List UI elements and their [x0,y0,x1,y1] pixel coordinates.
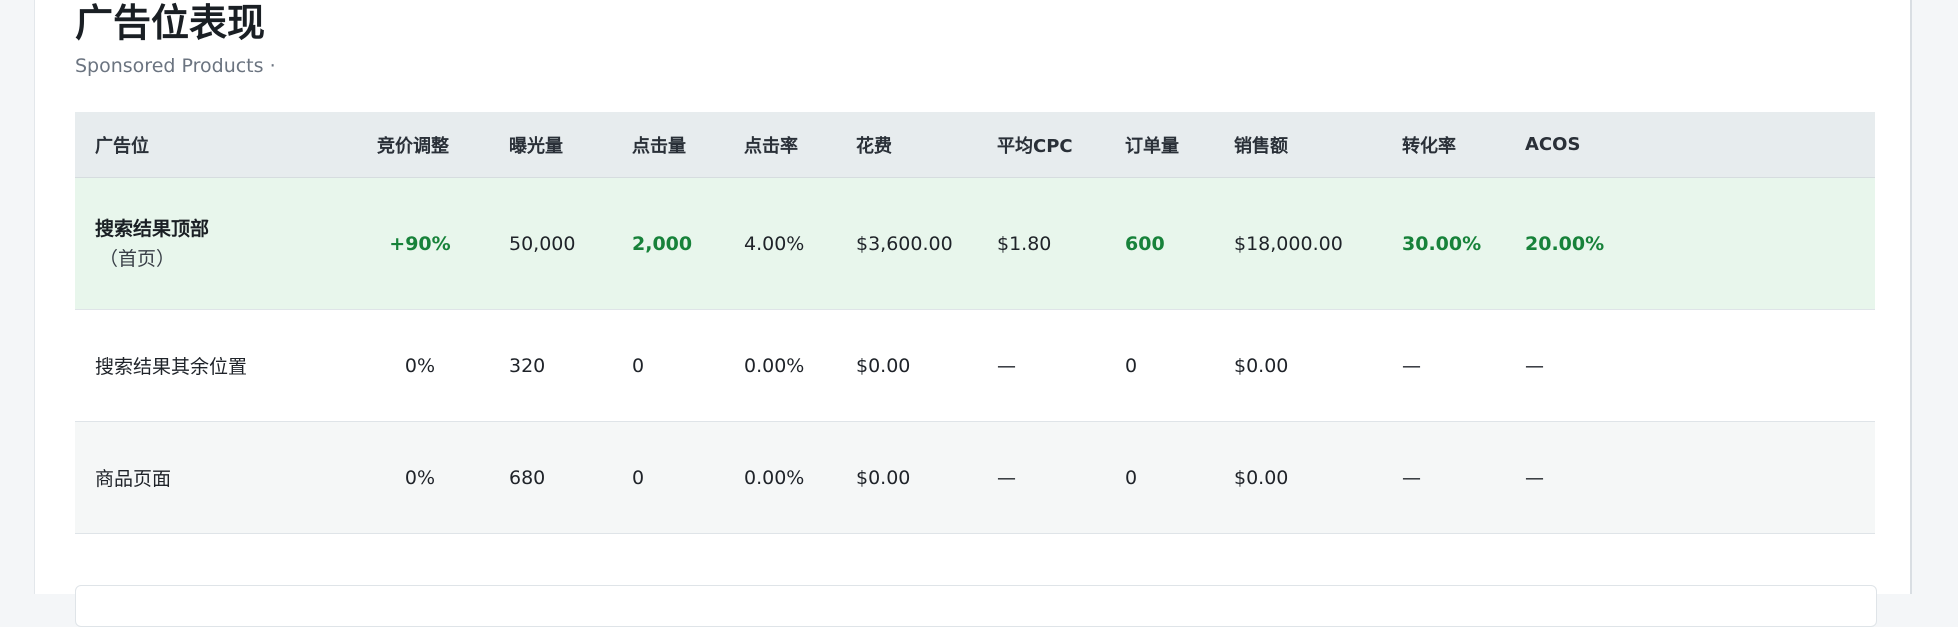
header-placement[interactable]: 广告位 [95,112,149,177]
acos-cell: 20.00% [1525,232,1605,255]
conversion-rate-cell: — [1402,466,1421,489]
placement-sub: （首页） [99,247,176,270]
header-sales[interactable]: 销售额 [1234,112,1288,177]
table-row: 搜索结果顶部 （首页） +90% 50,000 2,000 4.00% $3,6… [75,178,1875,310]
impressions-cell: 50,000 [509,232,576,255]
header-spend[interactable]: 花费 [856,112,892,177]
orders-cell: 600 [1125,232,1165,255]
header-conversion-rate[interactable]: 转化率 [1402,112,1456,177]
orders-cell: 0 [1125,354,1138,377]
sales-cell: $18,000.00 [1234,232,1343,255]
ctr-cell: 4.00% [744,232,805,255]
impressions-cell: 680 [509,466,546,489]
clicks-cell: 0 [632,354,645,377]
header-bid-adjustment[interactable]: 竞价调整 [377,112,467,177]
header-acos[interactable]: ACOS [1525,112,1580,177]
conversion-rate-cell: — [1402,354,1421,377]
acos-cell: — [1525,354,1544,377]
section-subtitle: Sponsored Products · [75,55,276,77]
header-clicks[interactable]: 点击量 [632,112,686,177]
placement-name: 搜索结果其余位置 [95,356,248,378]
avg-cpc-cell: — [997,354,1016,377]
bid-adjustment-cell: 0% [404,354,436,377]
next-card [75,585,1877,627]
ctr-cell: 0.00% [744,466,805,489]
header-avg-cpc[interactable]: 平均CPC [997,112,1073,177]
placement-name: 搜索结果顶部 [95,217,210,240]
ctr-cell: 0.00% [744,354,805,377]
acos-cell: — [1525,466,1544,489]
spend-cell: $0.00 [856,466,911,489]
bid-adjustment-cell: +90% [389,232,451,255]
spend-cell: $0.00 [856,354,911,377]
placement-name: 商品页面 [95,468,172,490]
header-ctr[interactable]: 点击率 [744,112,798,177]
impressions-cell: 320 [509,354,546,377]
spend-cell: $3,600.00 [856,232,953,255]
bid-adjustment-cell: 0% [404,466,436,489]
clicks-cell: 0 [632,466,645,489]
avg-cpc-cell: $1.80 [997,232,1052,255]
clicks-cell: 2,000 [632,232,693,255]
placement-performance-panel: 广告位表现 Sponsored Products · 广告位 竞价调整 曝光量 … [34,0,1912,627]
table-row: 商品页面 0% 680 0 0.00% $0.00 — 0 $0.00 — — [75,422,1875,534]
orders-cell: 0 [1125,466,1138,489]
table-header-row: 广告位 竞价调整 曝光量 点击量 点击率 花费 平均CPC 订单量 销售额 转化… [75,112,1875,178]
avg-cpc-cell: — [997,466,1016,489]
table-row: 搜索结果其余位置 0% 320 0 0.00% $0.00 — 0 $0.00 … [75,310,1875,422]
conversion-rate-cell: 30.00% [1402,232,1482,255]
sales-cell: $0.00 [1234,354,1289,377]
placement-table: 广告位 竞价调整 曝光量 点击量 点击率 花费 平均CPC 订单量 销售额 转化… [75,112,1875,534]
sales-cell: $0.00 [1234,466,1289,489]
header-orders[interactable]: 订单量 [1125,112,1179,177]
placement-cell: 搜索结果顶部 （首页） [95,178,209,309]
header-impressions[interactable]: 曝光量 [509,112,563,177]
section-title: 广告位表现 [75,1,266,45]
